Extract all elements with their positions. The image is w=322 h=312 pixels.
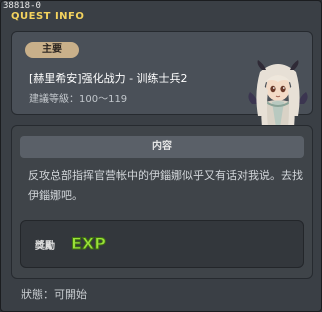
quest-content-panel: 内容 反攻总部指挥官营帐中的伊錙娜似乎又有话对我说。去找伊錙娜吧。 獎勵 EXP [11,125,313,279]
quest-info-window: 38818-0 QUEST INFO 主要 [赫里希安]强化战力 - 训练士兵2… [0,0,322,312]
level-requirement: 建議等級：100～119 [29,94,128,105]
exp-icon: EXP [71,234,107,254]
quest-id: 38818-0 [3,1,41,11]
quest-description: 反攻总部指挥官营帐中的伊錙娜似乎又有话对我说。去找伊錙娜吧。 [28,169,303,202]
reward-label: 獎勵 [35,241,55,252]
window-title: QUEST INFO [11,11,85,22]
quest-header-panel: 主要 [赫里希安]强化战力 - 训练士兵2 建議等級：100～119 [11,31,313,140]
reward-box: 獎勵 EXP [20,220,304,268]
quest-category-badge: 主要 [25,42,79,58]
exp-icon-text: EXP [71,234,106,253]
quest-status: 狀態：可開始 [21,288,87,301]
content-heading: 内容 [20,136,304,158]
quest-name: [赫里希安]强化战力 - 训练士兵2 [29,72,188,85]
